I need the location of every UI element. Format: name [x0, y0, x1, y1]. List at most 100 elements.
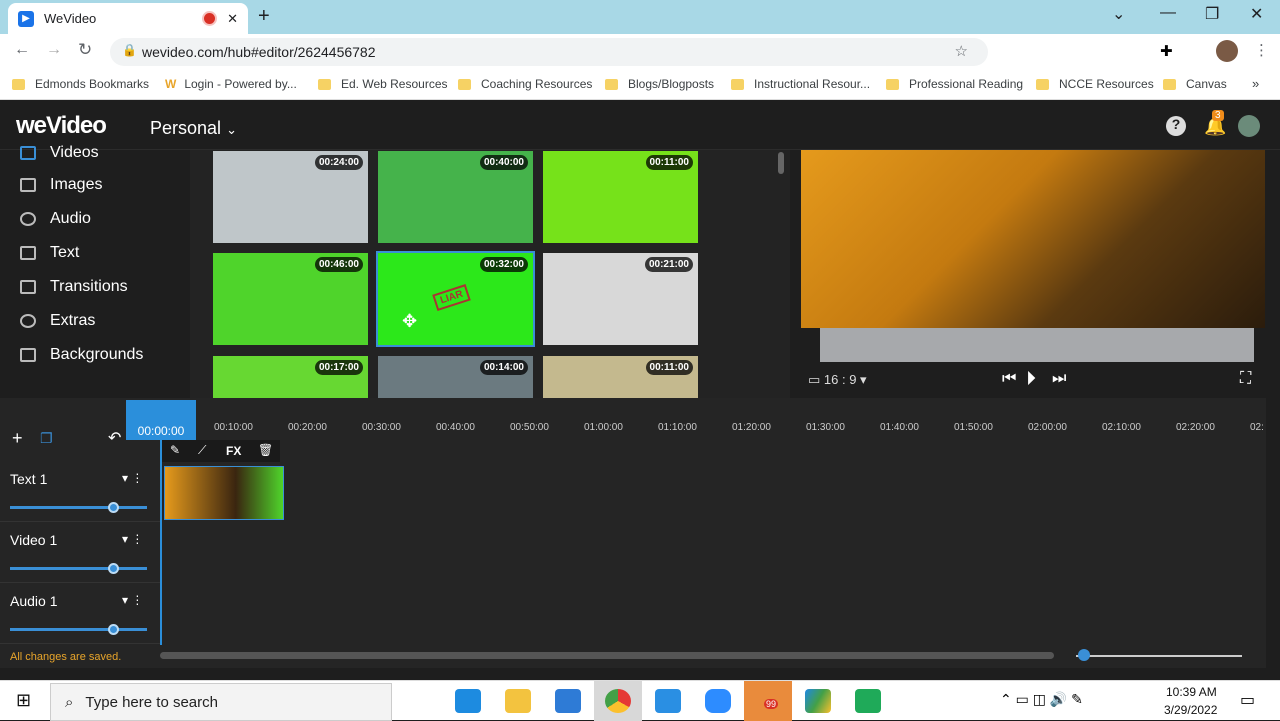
- move-cursor-icon: ✥: [402, 311, 418, 331]
- close-window-button[interactable]: ✕: [1250, 4, 1263, 24]
- add-track-icon[interactable]: +: [12, 428, 23, 449]
- trim-icon[interactable]: ⟋: [198, 443, 206, 458]
- play-icon[interactable]: ⏵: [1026, 368, 1036, 391]
- video-clip[interactable]: [164, 466, 284, 520]
- fullscreen-icon[interactable]: ⛶: [1240, 370, 1251, 388]
- smiley-icon: [20, 314, 36, 328]
- chevron-down-icon: ⌄: [226, 122, 237, 137]
- media-thumbnail[interactable]: 00:21:00: [543, 253, 698, 345]
- bookmark-item[interactable]: Professional Reading: [886, 77, 1023, 91]
- notifications-icon[interactable]: ▭: [1240, 690, 1255, 710]
- taskbar-search[interactable]: ⌕ Type here to search: [50, 683, 392, 721]
- timeline-tick-label: 00:50:00: [510, 422, 549, 433]
- media-thumbnail[interactable]: 00:24:00: [213, 151, 368, 243]
- track-menu-icon[interactable]: ▾ ⋮: [122, 532, 143, 546]
- bookmark-item[interactable]: W Login - Powered by...: [165, 77, 297, 91]
- playhead-line[interactable]: [160, 440, 162, 645]
- windows-start-icon[interactable]: ⊞: [16, 690, 31, 711]
- track-volume-slider[interactable]: [10, 624, 147, 635]
- preview-trim-bar[interactable]: [820, 328, 1254, 362]
- nav-images[interactable]: Images: [20, 176, 102, 194]
- extensions-icon[interactable]: ✚: [1160, 42, 1173, 60]
- aspect-ratio-selector[interactable]: ▭ 16 : 9 ▾: [808, 372, 867, 388]
- playhead-time[interactable]: 00:00:00: [126, 400, 196, 440]
- delete-icon[interactable]: 🗑: [258, 443, 273, 457]
- zoom-slider[interactable]: [1076, 655, 1242, 657]
- restore-button[interactable]: ❐: [1205, 4, 1219, 24]
- bookmark-item[interactable]: NCCE Resources: [1036, 77, 1154, 91]
- back-icon[interactable]: ←: [14, 41, 30, 59]
- drive-icon[interactable]: [805, 689, 831, 713]
- media-thumbnail[interactable]: 00:46:00: [213, 253, 368, 345]
- bookmark-item[interactable]: Instructional Resour...: [731, 77, 870, 91]
- track-video-1: Video 1 ▾ ⋮: [0, 523, 160, 583]
- chrome-icon[interactable]: [605, 689, 631, 713]
- chrome-menu-icon[interactable]: ⋮: [1254, 41, 1269, 59]
- layers-icon[interactable]: ❐: [40, 430, 53, 447]
- clock-date[interactable]: 3/29/2022: [1164, 703, 1217, 717]
- track-volume-slider[interactable]: [10, 563, 147, 574]
- bookmark-item[interactable]: Edmonds Bookmarks: [12, 77, 149, 91]
- timeline-scrollbar[interactable]: [160, 652, 1054, 659]
- bookmark-item[interactable]: Coaching Resources: [458, 77, 592, 91]
- skip-forward-icon[interactable]: ⏭: [1052, 370, 1066, 388]
- tab-search-icon[interactable]: ⌄: [1112, 4, 1125, 24]
- nav-audio[interactable]: Audio: [20, 210, 91, 228]
- bookmark-item[interactable]: Blogs/Blogposts: [605, 77, 714, 91]
- more-bookmarks-icon[interactable]: »: [1252, 76, 1259, 91]
- timeline-tick-label: 00:20:00: [288, 422, 327, 433]
- tab-close-icon[interactable]: ✕: [227, 11, 238, 27]
- nav-videos[interactable]: Videos: [20, 144, 99, 162]
- bookmark-item[interactable]: Ed. Web Resources: [318, 77, 448, 91]
- profile-avatar[interactable]: [1216, 40, 1238, 62]
- wevideo-logo[interactable]: weVideo: [16, 112, 107, 140]
- windows-taskbar: ⊞ ⌕ Type here to search 99 ⌃ ▭ ◫ 🔊 ✎ 10:3…: [0, 680, 1280, 721]
- clock-time[interactable]: 10:39 AM: [1166, 685, 1217, 699]
- meet-icon[interactable]: [855, 689, 881, 713]
- nav-transitions[interactable]: Transitions: [20, 278, 128, 296]
- fx-button[interactable]: FX: [226, 444, 241, 458]
- new-tab-button[interactable]: +: [258, 5, 270, 28]
- nav-text[interactable]: Text: [20, 244, 79, 262]
- ie-icon[interactable]: [655, 689, 681, 713]
- media-thumbnail[interactable]: 00:40:00: [378, 151, 533, 243]
- system-tray-icons[interactable]: ⌃ ▭ ◫ 🔊 ✎: [1000, 691, 1083, 708]
- timeline-tick-label: 01:40:00: [880, 422, 919, 433]
- media-thumbnail[interactable]: 00:11:00: [543, 151, 698, 243]
- store-icon[interactable]: [555, 689, 581, 713]
- nav-extras[interactable]: Extras: [20, 312, 95, 330]
- bookmark-star-icon[interactable]: ☆: [955, 42, 968, 60]
- reload-icon[interactable]: ↻: [78, 40, 92, 60]
- browser-tab[interactable]: ▶ WeVideo ✕: [8, 3, 248, 34]
- media-thumbnail[interactable]: 00:11:00: [543, 356, 698, 398]
- minimize-button[interactable]: —: [1160, 4, 1176, 22]
- bookmark-item[interactable]: Canvas: [1163, 77, 1227, 91]
- forward-icon[interactable]: →: [46, 41, 62, 59]
- tab-title: WeVideo: [44, 11, 97, 26]
- help-icon[interactable]: ?: [1166, 116, 1186, 136]
- edit-icon[interactable]: ✎: [170, 443, 180, 457]
- recording-icon: [204, 13, 216, 24]
- save-status: All changes are saved.: [10, 651, 122, 663]
- user-avatar[interactable]: [1238, 115, 1260, 137]
- media-thumbnail-selected[interactable]: 00:32:00 LIAR ✥: [376, 251, 535, 347]
- track-menu-icon[interactable]: ▾ ⋮: [122, 471, 143, 485]
- timeline-tick-label: 01:30:00: [806, 422, 845, 433]
- edge-icon[interactable]: [455, 689, 481, 713]
- media-thumbnail[interactable]: 00:14:00: [378, 356, 533, 398]
- media-thumbnail[interactable]: 00:17:00: [213, 356, 368, 398]
- background-icon: [20, 348, 36, 362]
- url-field[interactable]: 🔒 wevideo.com/hub#editor/2624456782 ☆: [110, 38, 988, 66]
- zoom-knob[interactable]: [1078, 649, 1090, 661]
- timeline-tick-label: 00:10:00: [214, 422, 253, 433]
- file-explorer-icon[interactable]: [505, 689, 531, 713]
- track-menu-icon[interactable]: ▾ ⋮: [122, 593, 143, 607]
- nav-backgrounds[interactable]: Backgrounds: [20, 346, 143, 364]
- media-scrollbar[interactable]: [778, 152, 784, 174]
- undo-icon[interactable]: ↶: [108, 428, 121, 448]
- skip-back-icon[interactable]: ⏮: [1002, 370, 1016, 388]
- track-volume-slider[interactable]: [10, 502, 147, 513]
- timeline: + ❐ ↶ 00:00:00 00:10:00 00:20:00 00:30:00 0…: [0, 398, 1266, 668]
- workspace-selector[interactable]: Personal ⌄: [150, 118, 237, 139]
- zoom-icon[interactable]: [705, 689, 731, 713]
